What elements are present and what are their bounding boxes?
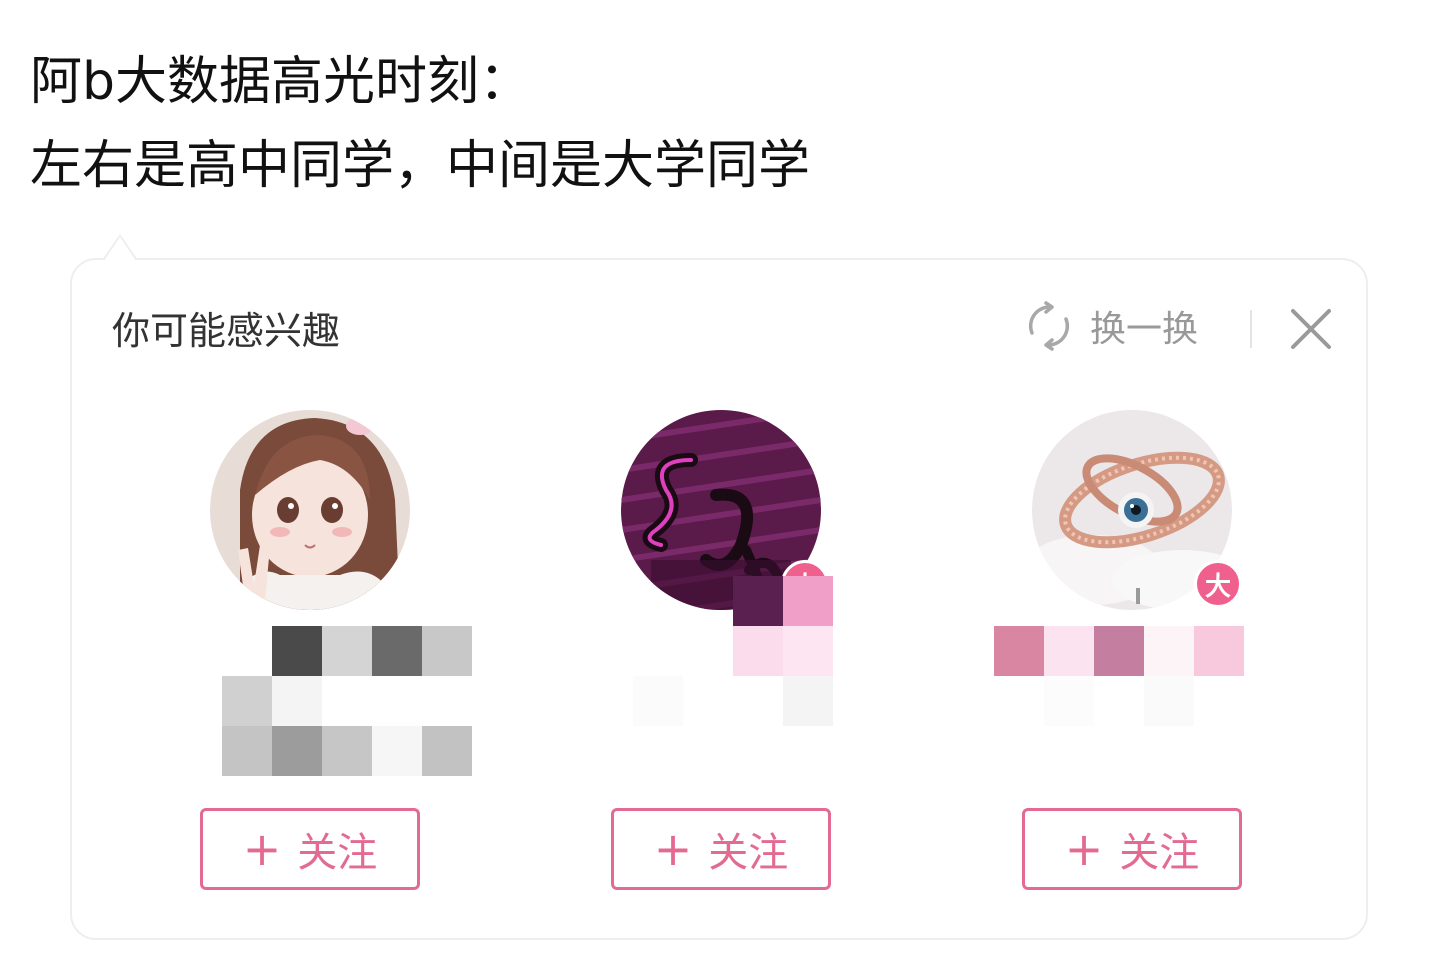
follow-label-2: 关注 <box>708 830 789 876</box>
plus-icon: + <box>1064 822 1104 876</box>
recommended-user-1: + 关注 <box>150 408 472 908</box>
censored-username-3 <box>994 626 1244 726</box>
censored-username-2 <box>633 576 883 726</box>
recommend-card: 你可能感兴趣 换一换 + 关注 + 关注 大 + 关注 <box>70 258 1368 940</box>
vip-badge-3: 大 <box>1194 560 1242 608</box>
card-pointer-fill <box>104 237 136 261</box>
censored-username-1 <box>222 626 472 776</box>
follow-button-2[interactable]: + 关注 <box>611 808 831 890</box>
plus-icon: + <box>653 822 693 876</box>
caption-line-2: 左右是高中同学，中间是大学同学 <box>30 136 811 196</box>
card-title: 你可能感兴趣 <box>112 309 341 353</box>
refresh-icon <box>1028 301 1070 351</box>
plus-icon: + <box>242 822 282 876</box>
follow-button-1[interactable]: + 关注 <box>200 808 420 890</box>
recommended-user-2: 大 + 关注 <box>561 408 881 908</box>
post-caption: 阿b大数据高光时刻： 左右是高中同学，中间是大学同学 <box>30 40 810 208</box>
close-icon <box>1291 309 1331 349</box>
refresh-button[interactable]: 换一换 <box>1024 300 1198 352</box>
follow-label-3: 关注 <box>1119 830 1200 876</box>
user-avatar-1[interactable] <box>210 410 410 610</box>
follow-label-1: 关注 <box>297 830 378 876</box>
refresh-label: 换一换 <box>1090 309 1199 350</box>
caption-line-1: 阿b大数据高光时刻： <box>30 52 532 112</box>
follow-button-3[interactable]: + 关注 <box>1022 808 1242 890</box>
header-divider <box>1250 310 1252 348</box>
anime-girl-avatar-image <box>210 410 410 610</box>
recommended-user-3: 大 + 关注 <box>972 408 1292 908</box>
close-button[interactable] <box>1286 304 1336 354</box>
